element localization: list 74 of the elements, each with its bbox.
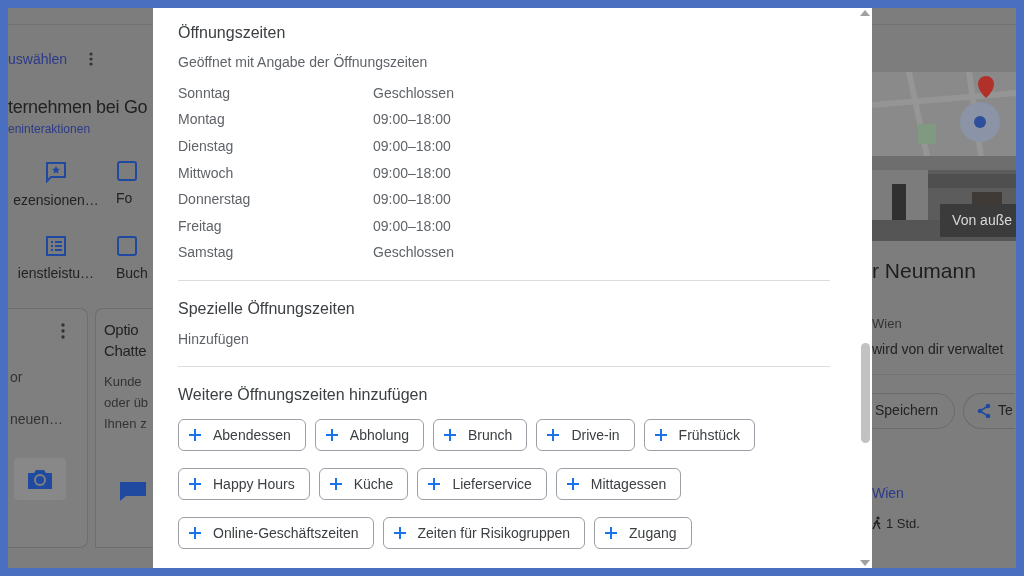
plus-icon (189, 429, 201, 442)
hours-text: 09:00–18:00 (373, 216, 451, 236)
hours-text: 09:00–18:00 (373, 110, 451, 130)
day-label: Samstag (178, 243, 235, 263)
share-icon (976, 402, 993, 419)
scroll-up-icon[interactable] (860, 10, 870, 16)
more-icon[interactable] (61, 323, 65, 339)
camera-icon (25, 467, 55, 491)
scroll-down-icon[interactable] (860, 560, 870, 566)
shortcut-label: ezensionen… (13, 191, 99, 210)
plus-icon (605, 527, 618, 540)
add-hours-chip[interactable]: Abendessen (178, 419, 306, 452)
section-title: Spezielle Öffnungszeiten (178, 299, 356, 320)
camera-button[interactable] (14, 458, 66, 500)
plus-icon (325, 429, 338, 442)
plus-icon (547, 429, 560, 442)
list-icon (45, 235, 67, 257)
add-hours-chip[interactable]: Zugang (594, 517, 692, 550)
add-hours-chip[interactable]: Brunch (433, 419, 528, 452)
add-hours-chip[interactable]: Frühstück (643, 419, 756, 452)
travel-time: 1 Std. (886, 514, 920, 533)
add-hours-chip[interactable]: Küche (318, 468, 409, 501)
shortcut-label: ienstleistu… (17, 264, 95, 283)
hours-text: 09:00–18:00 (373, 137, 451, 156)
hours-text: Geschlossen (373, 243, 454, 263)
hours-text: 09:00–18:00 (373, 163, 451, 183)
address-text: Wien (872, 315, 903, 333)
business-name: r Neumann (872, 258, 977, 284)
add-hours-chip[interactable]: Zeiten für Risikogruppen (382, 517, 586, 550)
plus-icon (189, 478, 201, 491)
plus-icon (654, 429, 667, 442)
day-label: Montag (178, 110, 226, 130)
square-icon (116, 160, 138, 182)
card-title: Optio (104, 320, 140, 340)
hours-text: 09:00–18:00 (373, 190, 451, 210)
section-title: Weitere Öffnungszeiten hinzufügen (178, 385, 429, 406)
day-label: Donnerstag (178, 190, 252, 210)
add-hours-chip[interactable]: Abholung (314, 419, 424, 452)
plus-icon (393, 527, 406, 540)
card-text: oder üb (104, 394, 150, 412)
card-title: Chatte (104, 341, 148, 361)
card-text: or (10, 368, 24, 387)
shortcut-label: Fo (116, 189, 133, 208)
add-hours-chip[interactable]: Happy Hours (178, 468, 310, 501)
scroll-thumb[interactable] (860, 343, 870, 443)
walking-icon (872, 516, 882, 531)
managed-text: wird von dir verwaltet (872, 339, 1005, 359)
day-label: Dienstag (178, 137, 235, 156)
add-link[interactable]: Hinzufügen (178, 329, 249, 350)
add-hours-chip[interactable]: Mittagessen (555, 468, 682, 501)
photo-label[interactable]: Von auße (940, 204, 1016, 237)
day-label: Sonntag (178, 83, 232, 103)
square-icon (116, 235, 138, 257)
plus-icon (189, 527, 201, 540)
add-hours-chip[interactable]: Lieferservice (417, 468, 547, 501)
status-text: Geöffnet mit Angabe der Öffnungszeiten (178, 53, 429, 72)
shortcut-label: Buch (116, 264, 148, 283)
day-label: Freitag (178, 216, 223, 236)
plus-icon (444, 429, 456, 442)
plus-icon (566, 478, 579, 491)
add-hours-chip[interactable]: Online-Geschäftszeiten (178, 517, 374, 550)
card-text: Ihnen z (104, 415, 148, 433)
hours-text: Geschlossen (373, 83, 454, 103)
card-text: Kunde (104, 373, 143, 391)
plus-icon (329, 478, 342, 491)
dialog-title: Öffnungszeiten (178, 23, 287, 43)
more-icon[interactable] (89, 52, 94, 66)
review-icon (44, 160, 68, 184)
day-label: Mittwoch (178, 163, 235, 183)
add-hours-chip[interactable]: Drive-in (536, 419, 635, 452)
plus-icon (428, 478, 441, 491)
page-heading: ternehmen bei Go (8, 96, 149, 119)
card-text: neuen… (10, 410, 64, 429)
chat-icon (118, 480, 148, 502)
